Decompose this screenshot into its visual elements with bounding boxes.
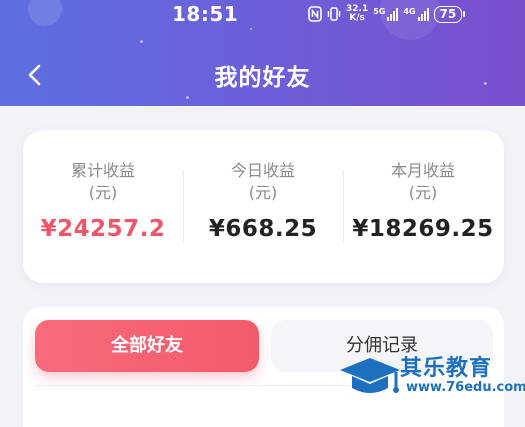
app-header: 18:51 32.1 K/s 5G 4G 75 我的好友 [0,0,525,106]
graduation-cap-icon [340,358,400,393]
signal-4g-icon: 4G [403,7,429,21]
status-bar: 18:51 32.1 K/s 5G 4G 75 [0,0,525,28]
earnings-summary-card: 累计收益 (元) ¥24257.2 今日收益 (元) ¥668.25 本月收益 … [23,130,504,283]
decor-star [140,40,143,43]
signal-5g-icon: 5G [373,7,399,21]
stat-month-earnings: 本月收益 (元) ¥18269.25 [343,160,503,242]
stat-label: 本月收益 [390,161,455,180]
vibrate-icon [327,7,341,21]
signal-4g-label: 4G [403,7,416,16]
stat-unit: (元) [248,183,278,202]
status-time: 18:51 [172,2,239,26]
watermark-brand: 其乐教育 [400,356,493,381]
stat-unit: (元) [88,183,118,202]
stat-today-earnings: 今日收益 (元) ¥668.25 [183,160,343,242]
battery-level: 75 [439,6,457,21]
stat-value: ¥668.25 [208,216,318,242]
watermark: 其乐教育 www.76edu.com [336,348,525,405]
stat-label: 累计收益 [70,161,135,180]
stat-total-earnings: 累计收益 (元) ¥24257.2 [23,160,183,242]
decor-star [250,28,252,30]
signal-5g-label: 5G [373,7,386,16]
watermark-url: www.76edu.com [406,380,525,395]
tab-all-friends[interactable]: 全部好友 [35,320,259,372]
net-speed-unit: K/s [349,13,365,23]
battery-icon: 75 [433,5,465,23]
stat-value: ¥24257.2 [40,216,166,242]
stat-value: ¥18269.25 [352,216,494,242]
page-title: 我的好友 [214,65,311,91]
decor-star [186,96,189,99]
net-speed: 32.1 K/s [346,5,368,23]
stat-unit: (元) [408,183,438,202]
status-icons: 32.1 K/s 5G 4G 75 [308,3,465,25]
nfc-icon [308,6,322,22]
stat-label: 今日收益 [230,161,295,180]
